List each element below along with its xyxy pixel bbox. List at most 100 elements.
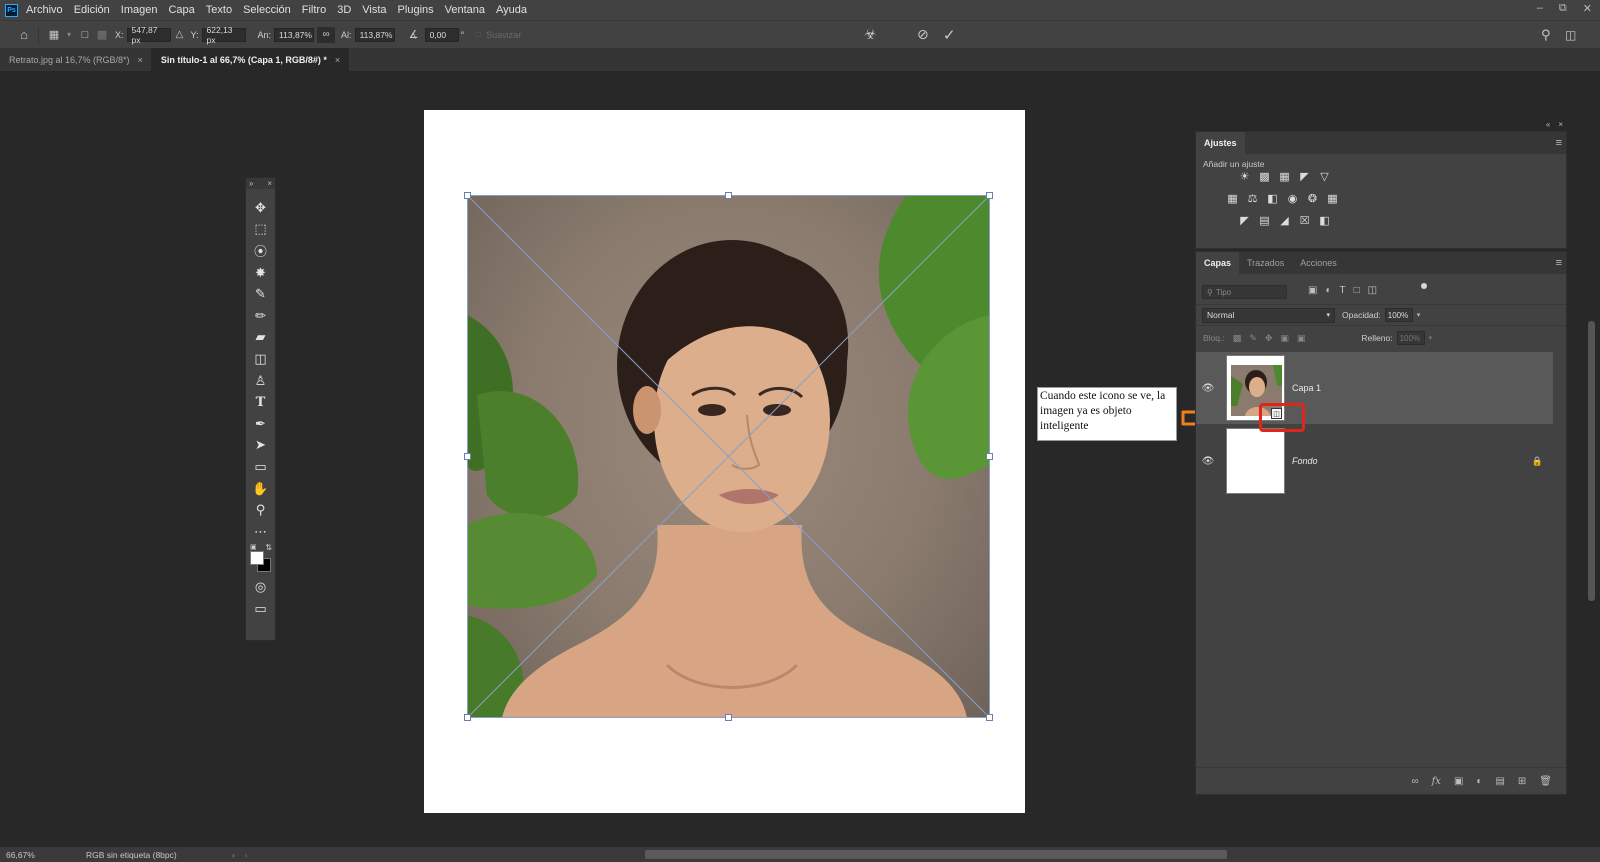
filter-pixel-icon[interactable]: ▣ [1308,285,1317,296]
tab-retrato[interactable]: Retrato.jpg al 16,7% (RGB/8*) × [0,48,152,71]
height-field[interactable]: 113,87% [354,27,395,42]
width-field[interactable]: 113,87% [274,27,315,42]
layer-thumbnail[interactable] [1226,428,1285,494]
home-icon[interactable]: ⌂ [16,27,32,42]
screen-mode-icon[interactable]: ▭ [246,598,275,620]
menu-seleccion[interactable]: Selección [243,4,291,16]
eyedropper-tool-icon[interactable]: ✎ [246,283,275,305]
swap-colors-icon[interactable]: ⇅ [265,543,272,552]
zoom-tool-icon[interactable]: ⚲ [246,499,275,521]
angle-field[interactable]: 0,00 [424,27,459,42]
y-position-field[interactable]: 622,13 px [201,25,246,45]
tab-sin-titulo[interactable]: Sin título-1 al 66,7% (Capa 1, RGB/8#) *… [151,48,350,71]
menu-vista[interactable]: Vista [362,4,386,16]
menu-texto[interactable]: Texto [206,4,232,16]
threshold-icon[interactable]: ◢ [1278,214,1291,227]
transform-handle-bottom-left[interactable] [464,714,471,721]
curves-icon[interactable]: ▦ [1278,170,1291,183]
invert-icon[interactable]: ◤ [1238,214,1251,227]
channel-mixer-icon[interactable]: ❂ [1306,192,1319,205]
photo-filter-icon[interactable]: ◉ [1286,192,1299,205]
chevron-left-icon[interactable]: ‹ [245,850,248,860]
brush-tool-icon[interactable]: ✏ [246,305,275,327]
move-tool-icon[interactable]: ✥ [246,197,275,219]
reference-point-icon[interactable]: ▦ [45,28,63,41]
menu-imagen[interactable]: Imagen [121,4,158,16]
lock-transparent-icon[interactable]: ▩ [1233,333,1242,344]
black-white-icon[interactable]: ◧ [1266,192,1279,205]
transform-handle-right[interactable] [986,453,993,460]
panel-menu-icon[interactable]: ≡ [1556,257,1562,269]
fill-field[interactable]: 100% [1396,331,1425,345]
blend-mode-select[interactable]: Normal ▾ [1202,307,1335,323]
layer-name[interactable]: Capa 1 [1292,383,1321,393]
tab-capas[interactable]: Capas [1196,252,1240,274]
tab-ajustes[interactable]: Ajustes [1196,132,1245,154]
close-icon[interactable]: × [138,55,143,65]
color-lookup-icon[interactable]: ▦ [1326,192,1339,205]
free-transform-bounding-box[interactable] [464,192,993,721]
clone-stamp-tool-icon[interactable]: ▰ [246,327,275,349]
tools-panel-header[interactable]: » × [246,178,275,189]
more-tools-icon[interactable]: ⋯ [246,521,275,543]
lock-artboard-icon[interactable]: ▣ [1280,333,1289,344]
minimize-icon[interactable]: – [1537,2,1543,15]
tab-trazados[interactable]: Trazados [1239,252,1292,274]
exposure-icon[interactable]: ◤ [1298,170,1311,183]
hue-saturation-icon[interactable]: ▦ [1226,192,1239,205]
add-mask-icon[interactable]: ▣ [1454,776,1463,787]
selective-color-icon[interactable]: ☒ [1298,214,1311,227]
link-icon[interactable]: ∞ [317,26,336,43]
default-colors-icon[interactable]: ▣ [250,543,257,551]
checkbox-reference-icon[interactable]: □ [75,29,95,41]
document-info[interactable]: RGB sin etiqueta (8bpc) [86,850,226,860]
hand-tool-icon[interactable]: ✋ [246,478,275,500]
x-position-field[interactable]: 547,87 px [126,25,171,45]
transform-handle-bottom[interactable] [725,714,732,721]
zoom-level[interactable]: 66,67% [6,850,86,860]
chevron-down-icon[interactable]: ▾ [1429,334,1433,342]
menu-capa[interactable]: Capa [168,4,194,16]
restore-icon[interactable]: ⧉ [1559,2,1567,15]
filter-toggle-icon[interactable] [1421,283,1427,289]
color-balance-icon[interactable]: ⚖ [1246,192,1259,205]
delete-layer-icon[interactable]: 🗑 [1539,776,1552,787]
menu-edicion[interactable]: Edición [74,4,110,16]
eye-icon[interactable]: 👁 [1196,456,1220,467]
quick-selection-tool-icon[interactable]: ✸ [246,262,275,284]
lock-position-icon[interactable]: ✥ [1265,333,1273,344]
new-layer-icon[interactable]: ⊞ [1518,776,1526,787]
search-icon[interactable]: ⚲ [1541,27,1551,43]
smooth-checkbox[interactable]: □ [473,30,483,39]
eraser-tool-icon[interactable]: ◫ [246,348,275,370]
transform-handle-top[interactable] [725,192,732,199]
gradient-map-icon[interactable]: ◧ [1318,214,1331,227]
foreground-color-swatch[interactable] [250,550,264,565]
lock-icon[interactable]: 🔒 [1532,456,1543,467]
close-icon[interactable]: × [335,55,340,65]
layer-row-fondo[interactable]: 👁 Fondo 🔒 [1196,426,1553,496]
cancel-transform-icon[interactable]: ⊘ [917,26,929,43]
color-swatches[interactable]: ▣ ⇅ [246,543,275,577]
commit-transform-icon[interactable]: ✓ [943,26,956,44]
chevron-down-icon[interactable]: ▾ [63,30,75,39]
new-group-icon[interactable]: ▤ [1495,776,1504,787]
path-selection-tool-icon[interactable]: ➤ [246,435,275,457]
layer-filter-input[interactable]: ⚲ Tipo [1202,285,1287,299]
panel-menu-icon[interactable]: ≡ [1556,137,1562,149]
opacity-field[interactable]: 100% [1384,308,1413,322]
filter-shape-icon[interactable]: □ [1354,285,1360,296]
pen-tool-icon[interactable]: ✒ [246,413,275,435]
transform-handle-top-right[interactable] [986,192,993,199]
layer-style-icon[interactable]: fx [1432,776,1441,787]
transform-handle-top-left[interactable] [464,192,471,199]
filter-adjustment-icon[interactable]: ◐ [1325,285,1331,296]
quick-mask-icon[interactable]: ◎ [246,577,275,599]
vertical-scrollbar[interactable] [1583,71,1600,847]
lasso-tool-icon[interactable]: ⦿ [246,240,275,262]
marquee-tool-icon[interactable]: ⬚ [246,219,275,241]
lock-image-icon[interactable]: ✎ [1249,333,1257,344]
menu-ayuda[interactable]: Ayuda [496,4,527,16]
brightness-contrast-icon[interactable]: ☀ [1238,170,1251,183]
layer-row-capa-1[interactable]: 👁 ◫ Capa 1 [1196,352,1553,424]
